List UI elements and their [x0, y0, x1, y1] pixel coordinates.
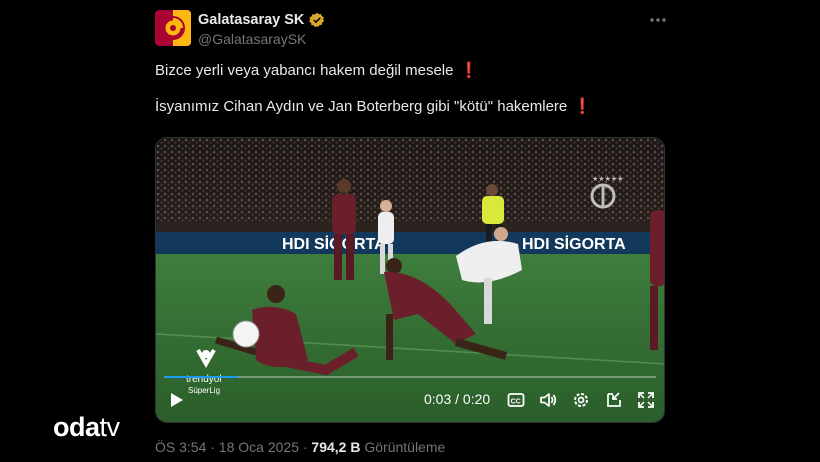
tweet-meta: ÖS 3:54 · 18 Oca 2025 · 794,2 B Görüntül…	[155, 439, 445, 455]
volume-icon[interactable]	[538, 390, 558, 410]
tweet-text: Bizce yerli veya yabancı hakem değil mes…	[155, 62, 675, 116]
video-player[interactable]: HDI SİGORTA HDI SİGORTA ★★★★★ trendyol S…	[155, 137, 665, 423]
captions-icon[interactable]: CC	[506, 390, 526, 410]
video-progress-bar[interactable]	[164, 376, 656, 378]
tweet-line-2-text: İsyanımız Cihan Aydın ve Jan Boterberg g…	[155, 98, 568, 115]
tweet-line-2: İsyanımız Cihan Aydın ve Jan Boterberg g…	[155, 98, 675, 116]
video-time: 0:03 / 0:20	[424, 391, 491, 407]
video-controls: 0:03 / 0:20 CC	[156, 376, 664, 422]
dock-icon[interactable]	[604, 390, 624, 410]
svg-text:CC: CC	[511, 398, 521, 405]
exclamation-emoji-icon: ❗	[459, 62, 479, 79]
settings-icon[interactable]	[571, 390, 591, 410]
view-count-label: Görüntüleme	[364, 439, 446, 455]
exclamation-emoji-icon: ❗	[573, 98, 592, 115]
view-count: 794,2 B	[311, 439, 361, 455]
watermark-part-1: oda	[53, 412, 100, 442]
video-progress-fill	[164, 376, 238, 378]
tweet-timestamp[interactable]: ÖS 3:54 · 18 Oca 2025 ·	[155, 439, 308, 455]
galatasaray-logo-icon	[155, 10, 191, 46]
play-icon[interactable]	[166, 390, 186, 410]
watermark-part-2: tv	[99, 412, 121, 442]
tweet-line-1-text: Bizce yerli veya yabancı hakem değil mes…	[155, 62, 454, 79]
author-name[interactable]: Galatasaray SK	[198, 12, 304, 28]
avatar[interactable]	[155, 10, 191, 46]
ball	[232, 320, 260, 348]
odatv-watermark: odatv	[53, 412, 120, 443]
author-handle[interactable]: @GalatasaraySK	[198, 31, 325, 47]
ad-board-text: HDI SİGORTA	[522, 235, 626, 253]
more-horizontal-icon[interactable]	[648, 10, 668, 30]
svg-text:★★★★★: ★★★★★	[592, 175, 623, 183]
tweet-line-1: Bizce yerli veya yabancı hakem değil mes…	[155, 62, 675, 80]
fullscreen-icon[interactable]	[636, 390, 656, 410]
verified-badge-icon	[309, 12, 325, 28]
author-block: Galatasaray SK @GalatasaraySK	[198, 11, 325, 47]
